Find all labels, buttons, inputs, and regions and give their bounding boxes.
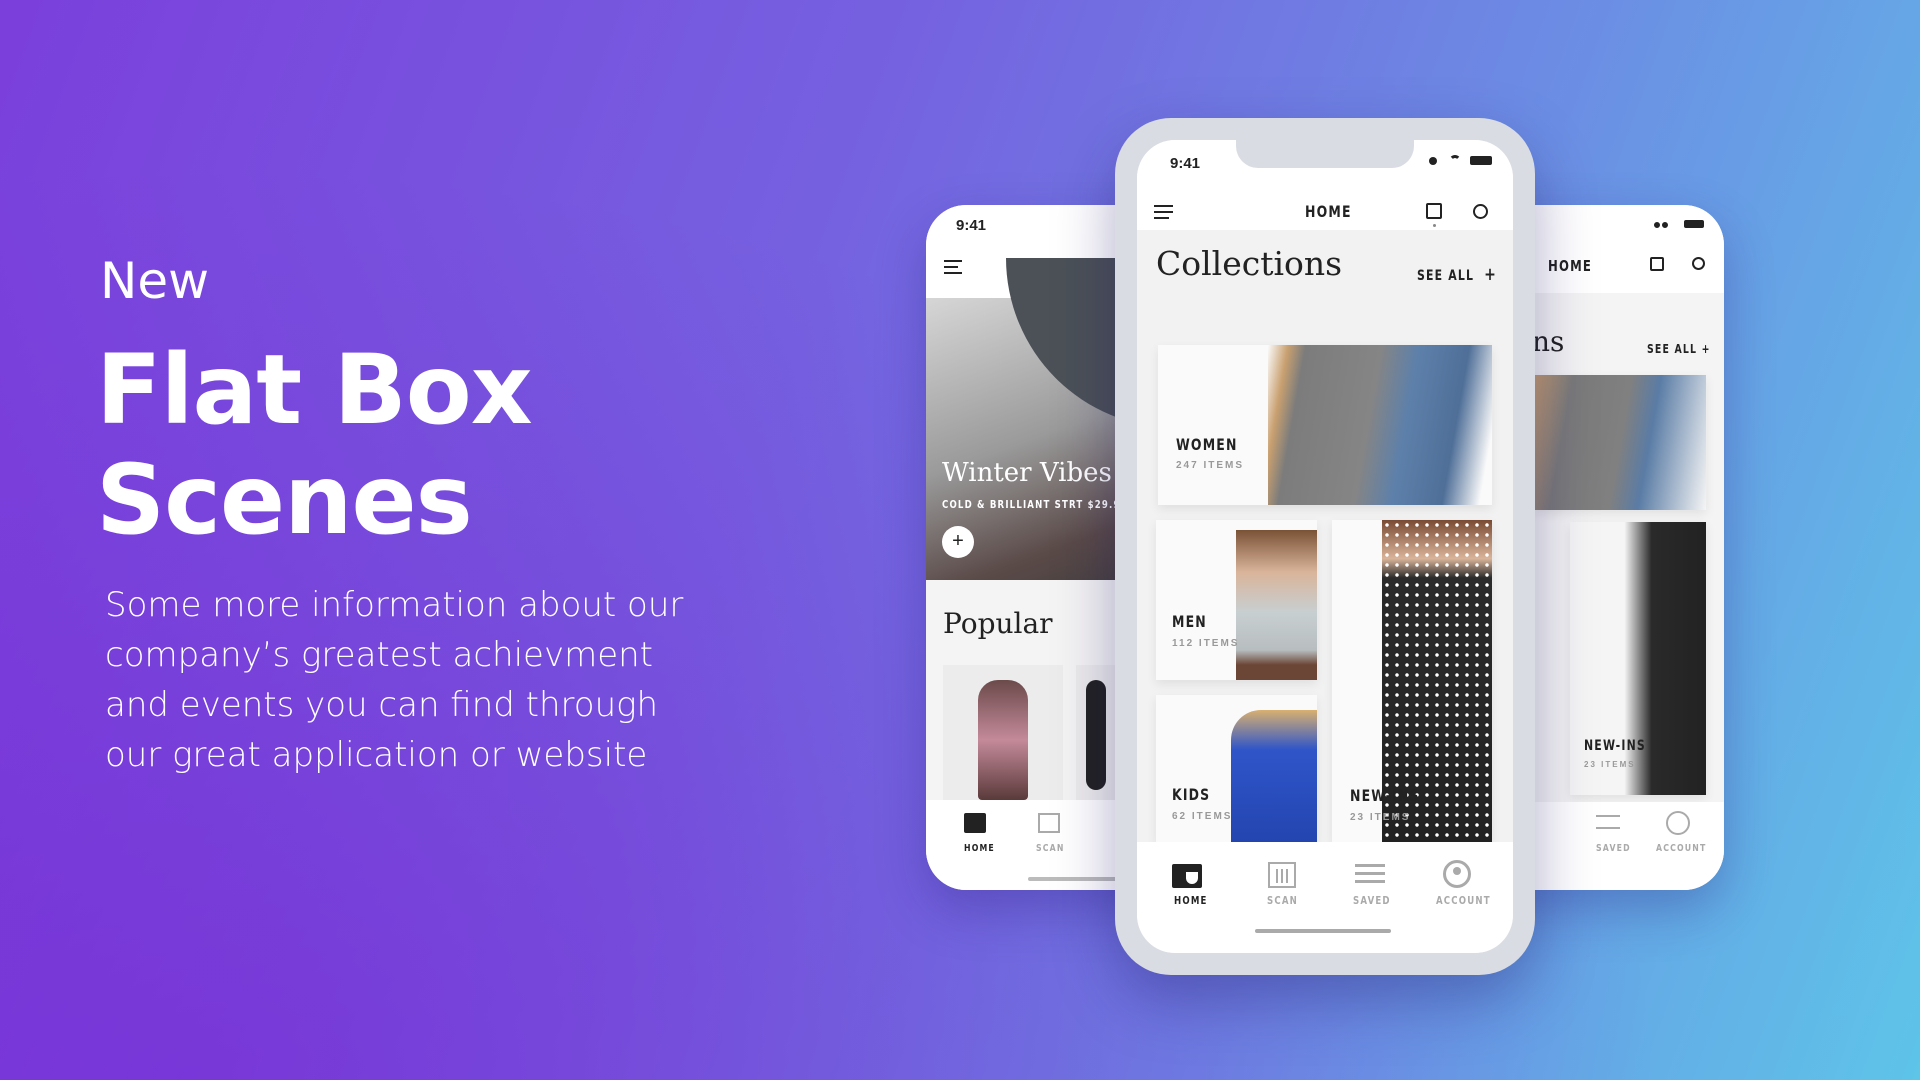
collection-count: 62 ITEMS (1172, 811, 1233, 822)
account-icon[interactable] (1666, 811, 1690, 835)
search-icon[interactable] (1692, 257, 1705, 270)
collection-name: MEN (1172, 612, 1207, 631)
add-button[interactable]: + (942, 526, 974, 558)
collection-name: KIDS (1172, 785, 1211, 804)
product-card[interactable] (943, 665, 1063, 800)
popular-title: Popular (943, 607, 1053, 640)
plus-icon: + (1484, 264, 1498, 285)
collection-card-women[interactable]: WOMEN 247 ITEMS (1158, 345, 1492, 505)
menu-icon[interactable] (1154, 205, 1173, 219)
nav-scan[interactable]: SCAN (1036, 843, 1065, 854)
hero-description: Some more information about our company’… (105, 585, 684, 775)
hero-title-line-1: Flat Box (96, 334, 533, 446)
shopping-bag-icon[interactable] (1426, 203, 1442, 219)
hero-eyebrow: New (100, 252, 210, 310)
see-all-link[interactable]: SEE ALL + (1417, 264, 1497, 285)
header-title: HOME (1548, 257, 1593, 275)
collection-count: 112 ITEMS (1172, 638, 1240, 649)
signal-wifi-battery-icon (1654, 220, 1704, 228)
nav-account-label: ACCOUNT (1436, 894, 1491, 907)
collection-name: WOMEN (1176, 435, 1238, 454)
center-phone: 9:41 HOME Collections SEE ALL + WOMEN 24… (1115, 118, 1535, 975)
header-title: HOME (1305, 202, 1352, 221)
collection-card-women[interactable] (1534, 375, 1706, 510)
plus-icon: + (1701, 342, 1711, 356)
account-icon (1443, 860, 1471, 888)
nav-home-label: HOME (1174, 894, 1208, 907)
collection-count: 23 ITEMS (1350, 812, 1411, 823)
barcode-scan-icon (1268, 862, 1296, 888)
collections-title: Collections (1156, 244, 1343, 283)
saved-list-heart-icon[interactable] (1596, 815, 1620, 829)
banner-title: Winter Vibes (942, 458, 1112, 488)
collection-card-new-ins[interactable]: NEW-INS 23 ITEMS (1570, 522, 1706, 795)
battery-icon (1470, 156, 1492, 165)
notch (1236, 140, 1414, 168)
phone-screen: 9:41 HOME Collections SEE ALL + WOMEN 24… (1137, 140, 1513, 953)
signal-icon (1429, 157, 1443, 165)
nav-home[interactable]: HOME (964, 843, 995, 854)
home-indicator (1255, 929, 1391, 933)
collection-card-new-ins[interactable]: NEW-INS 23 ITEMS (1332, 520, 1492, 842)
collection-count: 23 ITEMS (1584, 760, 1636, 769)
cart-indicator-dot (1433, 224, 1436, 227)
collection-card-kids[interactable]: KIDS 62 ITEMS (1156, 695, 1317, 842)
hero-title-line-2: Scenes (96, 444, 473, 556)
wifi-icon (1449, 155, 1461, 167)
saved-list-heart-icon (1355, 864, 1385, 884)
collection-name: NEW-INS (1350, 786, 1420, 805)
nav-scan-label: SCAN (1267, 894, 1298, 907)
collection-card-men[interactable]: MEN 112 ITEMS (1156, 520, 1317, 680)
see-all-label: SEE ALL (1647, 342, 1698, 356)
search-icon[interactable] (1473, 204, 1488, 219)
barcode-scan-icon[interactable] (1038, 813, 1060, 833)
status-time: 9:41 (956, 217, 987, 234)
status-time: 9:41 (1170, 155, 1201, 172)
plus-icon: + (952, 530, 964, 552)
bottom-nav: HOME SCAN SAVED ACCOUNT (1137, 842, 1513, 953)
shopping-bag-icon (1172, 864, 1202, 888)
menu-icon[interactable] (944, 260, 962, 274)
nav-saved-label: SAVED (1353, 894, 1391, 907)
banner-subtitle: COLD & BRILLIANT STRT $29.99 (942, 498, 1128, 511)
shopping-bag-icon[interactable] (1650, 257, 1664, 271)
hero-title: Flat Box Scenes (96, 334, 533, 556)
see-all-label: SEE ALL (1417, 268, 1475, 284)
collection-name: NEW-INS (1584, 738, 1646, 754)
shopping-bag-icon[interactable] (964, 813, 986, 833)
nav-saved[interactable]: SAVED (1596, 843, 1631, 854)
collection-count: 247 ITEMS (1176, 460, 1245, 471)
see-all-link[interactable]: SEE ALL + (1647, 342, 1711, 356)
nav-account[interactable]: ACCOUNT (1656, 843, 1706, 854)
collections-title-partial: ns (1532, 325, 1565, 358)
